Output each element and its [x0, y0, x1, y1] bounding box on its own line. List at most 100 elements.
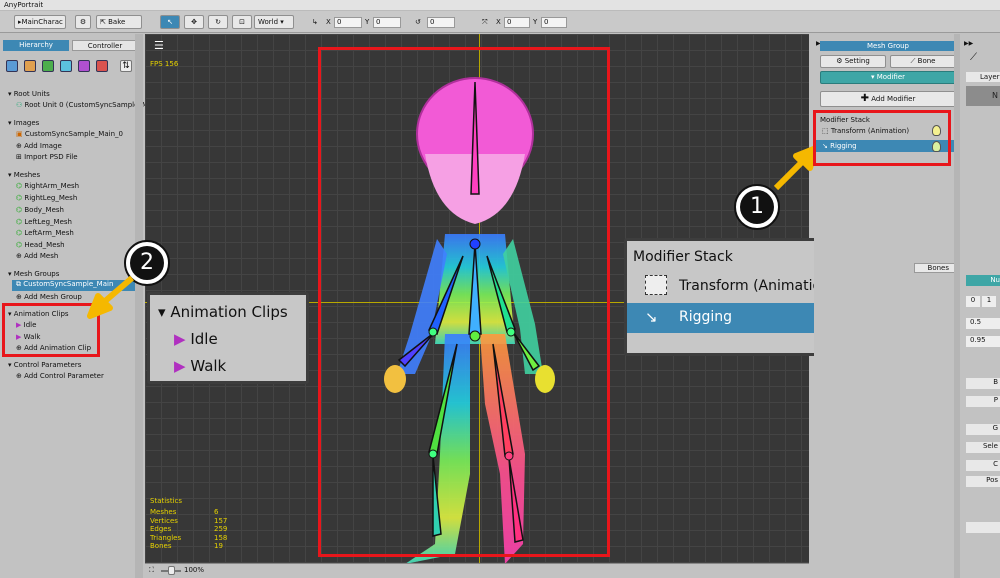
layer-tab[interactable]: Layer [966, 72, 1000, 82]
tree-add-mesh-group[interactable]: ⊕ Add Mesh Group [16, 293, 82, 302]
play-icon: ▶ [174, 330, 186, 348]
tree-root-units[interactable]: ▾ Root Units [8, 90, 50, 99]
scale-icon: ⤧ [482, 18, 488, 26]
filter-meshgroup-icon[interactable] [60, 60, 72, 72]
badge-one-number: 1 [740, 190, 774, 224]
sort-icon[interactable]: ⇅ [120, 60, 132, 72]
callout-clip-walk: ▶ Walk [174, 357, 227, 375]
tree-image-0[interactable]: ▣ CustomSyncSample_Main_0 [16, 130, 123, 139]
select-tool-icon[interactable]: ↖ [160, 15, 180, 29]
tree-mesh-item[interactable]: ⌬ Body_Mesh [16, 206, 64, 215]
statistics-table: Meshes 6 Vertices 157 Edges 259 Triangles 15… [150, 508, 240, 551]
tree-mesh-item[interactable]: ⌬ LeftLeg_Mesh [16, 218, 72, 227]
statistics-title: Statistics [150, 497, 182, 505]
tree-add-image[interactable]: ⊕ Add Image [16, 142, 62, 151]
bone-button[interactable]: ⟋ Bone [890, 55, 956, 68]
value-field[interactable]: 0.5 [966, 318, 1000, 329]
mesh-group-header: Mesh Group [820, 41, 956, 51]
x-label: X [326, 18, 331, 26]
tree-add-control-parameter[interactable]: ⊕ Add Control Parameter [16, 372, 104, 381]
position-x-field[interactable]: 0 [334, 17, 362, 28]
tree-root-unit-0[interactable]: ⚇ Root Unit 0 (CustomSyncSample_M [16, 101, 148, 110]
highlight-box-viewport [318, 47, 610, 557]
filter-mesh-icon[interactable] [42, 60, 54, 72]
tab-hierarchy[interactable]: Hierarchy [3, 40, 69, 51]
position-icon: ↳ [312, 18, 318, 26]
scale-y-field[interactable]: 0 [541, 17, 567, 28]
p-button[interactable]: P [966, 396, 1000, 407]
add-icon: ⊕ [16, 142, 22, 150]
tree-add-mesh[interactable]: ⊕ Add Mesh [16, 252, 58, 261]
bone-tool-icon[interactable]: ⟋ [970, 52, 977, 63]
stat-row: Triangles 158 [150, 533, 228, 542]
value-field[interactable]: 1 [982, 296, 996, 307]
bake-button[interactable]: ⇱ Bake [96, 15, 142, 29]
value-field[interactable]: 0.95 [966, 336, 1000, 347]
play-icon: ▶ [174, 357, 186, 375]
transform-icon [645, 275, 667, 295]
collapse-icon[interactable]: ▶▶ [964, 40, 973, 47]
filter-animation-icon[interactable] [78, 60, 90, 72]
zoom-slider-handle[interactable] [168, 566, 175, 575]
tree-mesh-item[interactable]: ⌬ Head_Mesh [16, 241, 65, 250]
tree-control-parameters[interactable]: ▾ Control Parameters [8, 361, 81, 370]
value-field[interactable]: 0 [966, 296, 980, 307]
portrait-dropdown[interactable]: ▸MainCharac [14, 15, 66, 29]
scale-tool-icon[interactable]: ⊡ [232, 15, 252, 29]
meshgroup-icon: ⧉ [16, 280, 21, 288]
toolbar: ▸MainCharac ⚙ ⇱ Bake ↖ ✥ ↻ ⊡ World ▾ ↳ X… [0, 11, 1000, 33]
add-icon: ⊕ [16, 293, 22, 301]
space-dropdown[interactable]: World ▾ [254, 15, 294, 29]
mesh-icon: ⌬ [16, 218, 23, 226]
arrow-two-icon [87, 275, 134, 319]
tree-mesh-item[interactable]: ⌬ RightArm_Mesh [16, 182, 79, 191]
tab-controller[interactable]: Controller [72, 40, 138, 51]
stat-row: Vertices 157 [150, 516, 228, 525]
scale-x-label: X [496, 18, 501, 26]
filter-param-icon[interactable] [96, 60, 108, 72]
callout-animation-clips: ▾ Animation Clips ▶ Idle ▶ Walk [147, 292, 309, 384]
add-icon: ⊕ [16, 252, 22, 260]
bones-tab[interactable]: Bones [914, 263, 956, 273]
mesh-icon: ⌬ [16, 229, 23, 237]
tree-meshes[interactable]: ▾ Meshes [8, 171, 40, 180]
scale-y-label: Y [533, 18, 538, 26]
scale-x-field[interactable]: 0 [504, 17, 530, 28]
viewport-statusbar: ⛶ 100% [145, 563, 809, 578]
b-button[interactable]: B [966, 378, 1000, 389]
tree-import-psd[interactable]: ⊞ Import PSD File [16, 153, 78, 162]
filter-root-icon[interactable] [6, 60, 18, 72]
left-scrollbar[interactable] [135, 34, 143, 578]
portrait-dropdown-value: MainCharac [21, 18, 63, 26]
y-label: Y [365, 18, 370, 26]
tree-images[interactable]: ▾ Images [8, 119, 39, 128]
g-button[interactable]: G [966, 424, 1000, 435]
gear-icon[interactable]: ⚙ [75, 15, 91, 29]
nu-button[interactable]: Nu [966, 275, 1000, 286]
tree-mesh-item[interactable]: ⌬ RightLeg_Mesh [16, 194, 77, 203]
mesh-icon: ⌬ [16, 241, 23, 249]
c-button[interactable]: C [966, 460, 1000, 471]
tree-mesh-groups[interactable]: ▾ Mesh Groups [8, 270, 59, 279]
root-unit-icon: ⚇ [16, 101, 23, 109]
zoom-value: 100% [184, 566, 205, 574]
fit-icon[interactable]: ⛶ [149, 566, 154, 575]
bone-icon: ⟋ [910, 57, 916, 65]
right-scrollbar[interactable] [954, 34, 960, 578]
pos-button[interactable]: Pos [966, 476, 1000, 487]
select-button[interactable]: Sele [966, 442, 1000, 453]
tree-mesh-item[interactable]: ⌬ LeftArm_Mesh [16, 229, 74, 238]
highlight-box-stack [813, 110, 951, 166]
modifier-button[interactable]: ▾ Modifier [820, 71, 956, 84]
add-modifier-button[interactable]: ✚ Add Modifier [820, 91, 956, 107]
setting-button[interactable]: ⚙ Setting [820, 55, 886, 68]
rotation-field[interactable]: 0 [427, 17, 455, 28]
position-y-field[interactable]: 0 [373, 17, 401, 28]
move-tool-icon[interactable]: ✥ [184, 15, 204, 29]
delete-button[interactable] [966, 522, 1000, 533]
import-icon: ⊞ [16, 153, 22, 161]
rotate-tool-icon[interactable]: ↻ [208, 15, 228, 29]
filter-image-icon[interactable] [24, 60, 36, 72]
layer-name-field[interactable]: N [966, 86, 1000, 106]
menu-icon[interactable]: ☰ [154, 40, 166, 52]
